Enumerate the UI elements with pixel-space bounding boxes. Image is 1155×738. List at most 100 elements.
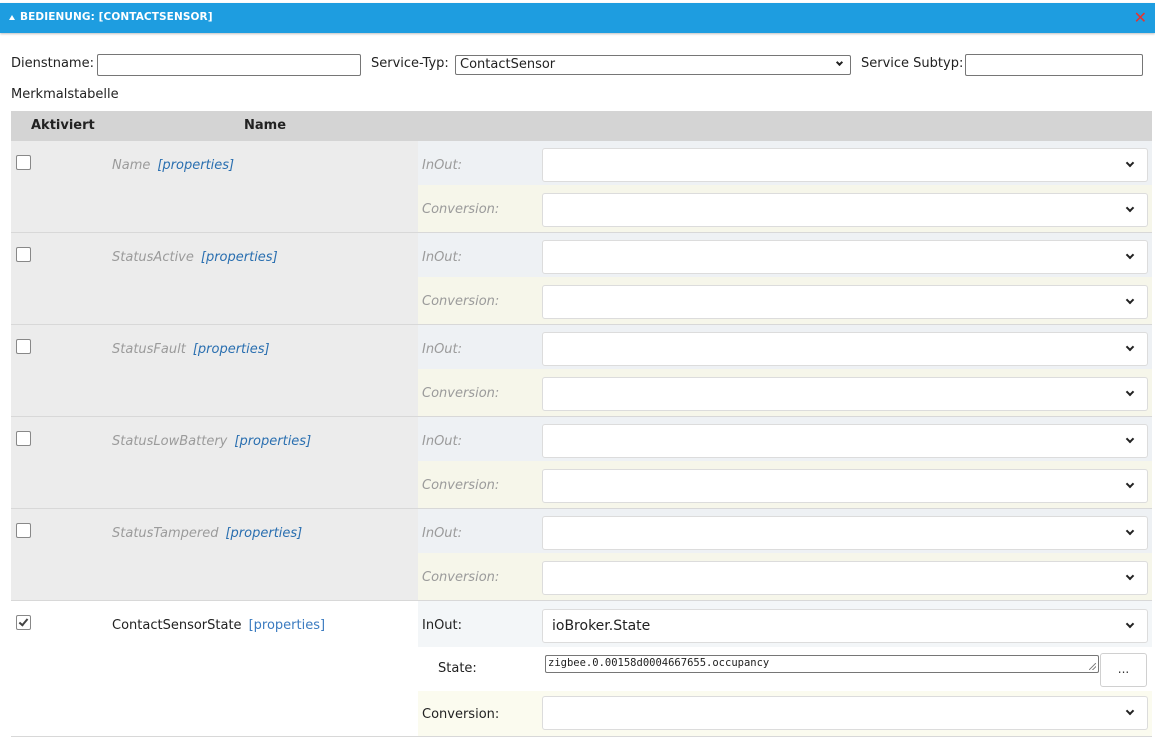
conversion-label: Conversion:	[422, 478, 500, 493]
characteristic-name-text: StatusLowBattery	[112, 434, 228, 449]
conversion-label: Conversion:	[422, 570, 500, 585]
characteristic-name-text: Name	[112, 158, 151, 173]
chevron-down-icon	[835, 58, 844, 67]
activate-checkbox[interactable]	[16, 523, 31, 538]
characteristic-name: StatusFault [properties]	[112, 342, 270, 357]
inout-select[interactable]	[542, 148, 1148, 182]
header-name: Name	[244, 118, 287, 133]
checkmark-icon	[18, 616, 29, 627]
conversion-select[interactable]	[542, 285, 1148, 319]
inout-value: ioBroker.State	[552, 618, 651, 634]
table-row: StatusActive [properties] InOut: Conversi…	[11, 233, 1152, 325]
activate-checkbox[interactable]	[16, 339, 31, 354]
activate-checkbox[interactable]	[16, 615, 31, 630]
conversion-label: Conversion:	[422, 202, 500, 217]
conversion-band: Conversion:	[418, 369, 1152, 416]
conversion-band: Conversion:	[418, 691, 1152, 736]
chevron-down-icon	[1125, 479, 1135, 489]
row-left-cell	[11, 233, 418, 324]
state-textarea[interactable]: zigbee.0.00158d0004667655.occupancy	[545, 655, 1099, 673]
characteristic-name: ContactSensorState [properties]	[112, 618, 325, 633]
conversion-select[interactable]	[542, 377, 1148, 411]
service-subtyp-label: Service Subtyp:	[861, 56, 964, 71]
row-left-cell	[11, 325, 418, 416]
inout-band: InOut:	[418, 509, 1152, 553]
chevron-down-icon	[1125, 706, 1135, 716]
conversion-band: Conversion:	[418, 553, 1152, 600]
chevron-down-icon	[1125, 295, 1135, 305]
inout-band: InOut:	[418, 417, 1152, 461]
table-row: Name [properties] InOut: Conversion:	[11, 141, 1152, 233]
characteristic-name: StatusTampered [properties]	[112, 526, 302, 541]
inout-label: InOut:	[422, 342, 463, 357]
dienstname-label: Dienstname:	[11, 56, 94, 71]
characteristic-name: StatusLowBattery [properties]	[112, 434, 311, 449]
characteristic-name-text: StatusTampered	[112, 526, 219, 541]
state-value: zigbee.0.00158d0004667655.occupancy	[548, 657, 770, 669]
inout-select[interactable]: ioBroker.State	[542, 609, 1148, 643]
properties-link[interactable]: [properties]	[234, 434, 311, 449]
properties-link[interactable]: [properties]	[249, 618, 325, 633]
collapse-triangle-icon[interactable]	[9, 15, 15, 20]
inout-label: InOut:	[422, 434, 463, 449]
chevron-down-icon	[1125, 250, 1135, 260]
conversion-select[interactable]	[542, 193, 1148, 227]
browse-state-button[interactable]: ...	[1100, 653, 1147, 687]
table-row: StatusFault [properties] InOut: Conversio…	[11, 325, 1152, 417]
chevron-down-icon	[1125, 526, 1135, 536]
properties-link[interactable]: [properties]	[193, 342, 270, 357]
row-left-cell	[11, 417, 418, 508]
chevron-down-icon	[1125, 434, 1135, 444]
service-subtyp-input[interactable]	[965, 54, 1143, 76]
service-typ-label: Service-Typ:	[371, 56, 449, 71]
inout-label: InOut:	[422, 526, 463, 541]
resize-handle-icon[interactable]	[1089, 663, 1096, 670]
table-row: StatusTampered [properties] InOut: Conver…	[11, 509, 1152, 601]
chevron-down-icon	[1125, 619, 1135, 629]
activate-checkbox[interactable]	[16, 155, 31, 170]
inout-label: InOut:	[422, 250, 463, 265]
table-header: Aktiviert Name	[11, 111, 1152, 141]
chevron-down-icon	[1125, 158, 1135, 168]
inout-band: InOut: ioBroker.State	[418, 601, 1152, 647]
state-label: State:	[438, 661, 477, 676]
chevron-down-icon	[1125, 571, 1135, 581]
properties-link[interactable]: [properties]	[225, 526, 302, 541]
conversion-band: Conversion:	[418, 185, 1152, 232]
row-left-cell	[11, 509, 418, 600]
conversion-select[interactable]	[542, 469, 1148, 503]
dienstname-input[interactable]	[97, 54, 361, 76]
state-band: State: zigbee.0.00158d0004667655.occupan…	[418, 647, 1152, 691]
chevron-down-icon	[1125, 203, 1135, 213]
conversion-select[interactable]	[542, 696, 1148, 730]
conversion-band: Conversion:	[418, 277, 1152, 324]
inout-band: InOut:	[418, 233, 1152, 277]
service-typ-select[interactable]: ContactSensor	[455, 55, 851, 75]
table-caption: Merkmalstabelle	[11, 87, 119, 102]
characteristic-name: StatusActive [properties]	[112, 250, 278, 265]
conversion-band: Conversion:	[418, 461, 1152, 508]
close-icon[interactable]: ✕	[1134, 9, 1147, 27]
activate-checkbox[interactable]	[16, 247, 31, 262]
conversion-select[interactable]	[542, 561, 1148, 595]
inout-select[interactable]	[542, 424, 1148, 458]
characteristic-name-text: ContactSensorState	[112, 618, 242, 633]
inout-select[interactable]	[542, 516, 1148, 550]
inout-label: InOut:	[422, 618, 463, 633]
characteristic-name: Name [properties]	[112, 158, 234, 173]
properties-link[interactable]: [properties]	[157, 158, 234, 173]
table-row: ContactSensorState [properties] InOut: io…	[11, 601, 1152, 737]
conversion-label: Conversion:	[422, 294, 500, 309]
inout-label: InOut:	[422, 158, 463, 173]
properties-link[interactable]: [properties]	[201, 250, 278, 265]
chevron-down-icon	[1125, 342, 1135, 352]
chevron-down-icon	[1125, 387, 1135, 397]
inout-band: InOut:	[418, 141, 1152, 185]
dialog-title: BEDIENUNG: [CONTACTSENSOR]	[20, 11, 213, 23]
table-row: StatusLowBattery [properties] InOut: Conv…	[11, 417, 1152, 509]
inout-select[interactable]	[542, 332, 1148, 366]
activate-checkbox[interactable]	[16, 431, 31, 446]
conversion-label: Conversion:	[422, 707, 500, 722]
inout-select[interactable]	[542, 240, 1148, 274]
inout-band: InOut:	[418, 325, 1152, 369]
